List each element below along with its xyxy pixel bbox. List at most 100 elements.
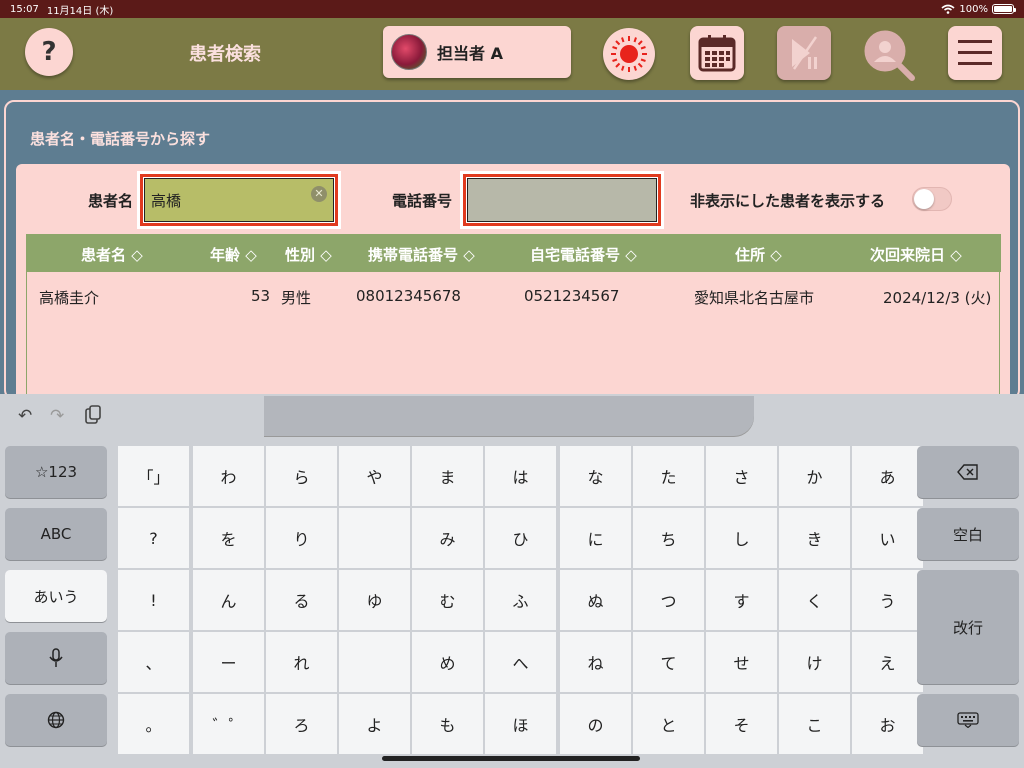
kana-key[interactable]: か [779,446,850,506]
phone-label: 電話番号 [392,192,453,210]
kana-key[interactable]: た [633,446,704,506]
kana-key[interactable] [339,508,410,568]
kana-key[interactable]: 、 [118,632,189,692]
kana-key[interactable]: せ [706,632,777,692]
cell-age: 53 [251,287,271,305]
kana-key[interactable]: い [852,508,923,568]
col-address-header[interactable]: 住所 ◇ [735,244,782,265]
undo-icon[interactable]: ↶ [18,406,32,426]
person-search-button[interactable] [860,26,918,84]
kana-key[interactable]: て [633,632,704,692]
kana-key[interactable]: し [706,508,777,568]
kana-key[interactable]: に [560,508,631,568]
kana-key[interactable]: ぬ [560,570,631,630]
kana-key[interactable]: む [412,570,483,630]
help-button[interactable]: ? [25,28,73,76]
person-search-icon [864,30,915,81]
sun-button[interactable] [603,28,655,80]
hamburger-menu-button[interactable] [948,26,1002,80]
cell-sex: 男性 [281,289,312,307]
toggle-knob [914,189,934,209]
paste-icon[interactable] [84,405,102,425]
cell-mobile: 08012345678 [356,287,461,305]
hamburger-menu-icon [958,40,992,65]
kana-key[interactable]: 「」 [118,446,189,506]
kana-key[interactable]: あ [852,446,923,506]
patient-name-input[interactable]: 高橋 ✕ [144,178,334,222]
col-name-header[interactable]: 患者名 ◇ [81,244,143,265]
section-title: 患者名・電話番号から探す [30,130,211,148]
col-age-header[interactable]: 年齢 ◇ [210,244,257,265]
kana-key[interactable]: へ [485,632,556,692]
status-bar: 15:07 11月14日 (木) 100% [0,0,1024,18]
col-home-phone-header[interactable]: 自宅電話番号 ◇ [530,244,637,265]
kana-key[interactable]: さ [706,446,777,506]
kana-key[interactable]: ま [412,446,483,506]
kana-key[interactable]: や [339,446,410,506]
kana-key[interactable]: の [560,694,631,754]
kana-key[interactable]: ゛゜ [193,694,264,754]
kana-key[interactable]: ほ [485,694,556,754]
cell-next-visit: 2024/12/3 (火) [883,289,992,307]
kana-key[interactable]: わ [193,446,264,506]
clear-icon[interactable]: ✕ [311,186,327,202]
kana-key[interactable]: 。 [118,694,189,754]
battery-percent: 100% [959,3,988,15]
kana-key[interactable]: お [852,694,923,754]
kana-key[interactable]: ち [633,508,704,568]
patient-name-value: 高橋 [151,191,182,210]
col-mobile-header[interactable]: 携帯電話番号 ◇ [368,244,475,265]
kana-key[interactable]: る [266,570,337,630]
kana-key[interactable]: も [412,694,483,754]
kana-key[interactable]: は [485,446,556,506]
kana-key[interactable]: れ [266,632,337,692]
patient-table: 患者名 ◇ 年齢 ◇ 性別 ◇ 携帯電話番号 ◇ 自宅電話番号 ◇ 住所 ◇ 次… [26,234,1001,404]
kana-key[interactable]: う [852,570,923,630]
redo-icon[interactable]: ↷ [50,406,64,426]
kana-key[interactable]: く [779,570,850,630]
kana-key[interactable]: り [266,508,337,568]
key-return[interactable]: 改行 [917,570,1019,684]
kana-key[interactable]: ? [118,508,189,568]
play-pause-button[interactable] [777,26,831,80]
phone-number-input[interactable] [467,178,657,222]
kana-key[interactable]: ー [193,632,264,692]
kana-key[interactable]: え [852,632,923,692]
kana-key[interactable]: つ [633,570,704,630]
key-space[interactable]: 空白 [917,508,1019,560]
kana-key[interactable]: ひ [485,508,556,568]
kana-key[interactable]: よ [339,694,410,754]
col-next-visit-header[interactable]: 次回来院日 ◇ [870,244,962,265]
kana-key[interactable]: ろ [266,694,337,754]
user-select-button[interactable]: 担当者 A [383,26,571,78]
kana-key[interactable]: ふ [485,570,556,630]
key-kana[interactable]: あいう [5,570,107,622]
key-abc[interactable]: ABC [5,508,107,560]
kana-key[interactable]: け [779,632,850,692]
kana-key[interactable]: そ [706,694,777,754]
kana-key[interactable]: ね [560,632,631,692]
kana-key[interactable]: ん [193,570,264,630]
kana-key[interactable]: き [779,508,850,568]
keyboard-dismiss-icon[interactable] [917,694,1019,746]
calendar-button[interactable] [690,26,744,80]
kana-key[interactable]: す [706,570,777,630]
kana-key[interactable] [339,632,410,692]
kana-key[interactable]: ら [266,446,337,506]
show-hidden-toggle[interactable] [912,187,952,211]
microphone-icon[interactable] [5,632,107,684]
kana-key[interactable]: ! [118,570,189,630]
backspace-icon[interactable] [917,446,1019,498]
key-symbols-123[interactable]: ☆123 [5,446,107,498]
kana-key[interactable]: め [412,632,483,692]
kana-key[interactable]: な [560,446,631,506]
kana-key[interactable]: を [193,508,264,568]
globe-icon[interactable] [5,694,107,746]
kana-key[interactable]: こ [779,694,850,754]
table-header: 患者名 ◇ 年齢 ◇ 性別 ◇ 携帯電話番号 ◇ 自宅電話番号 ◇ 住所 ◇ 次… [27,234,1001,272]
kana-key[interactable]: み [412,508,483,568]
kana-key[interactable]: ゆ [339,570,410,630]
kana-key-grid: 「」わらやまはなたさかあ? をり みひにちしきい! んるゆむふぬつすくう、ーれ めへねて… [118,446,923,754]
kana-key[interactable]: と [633,694,704,754]
col-sex-header[interactable]: 性別 ◇ [285,244,332,265]
